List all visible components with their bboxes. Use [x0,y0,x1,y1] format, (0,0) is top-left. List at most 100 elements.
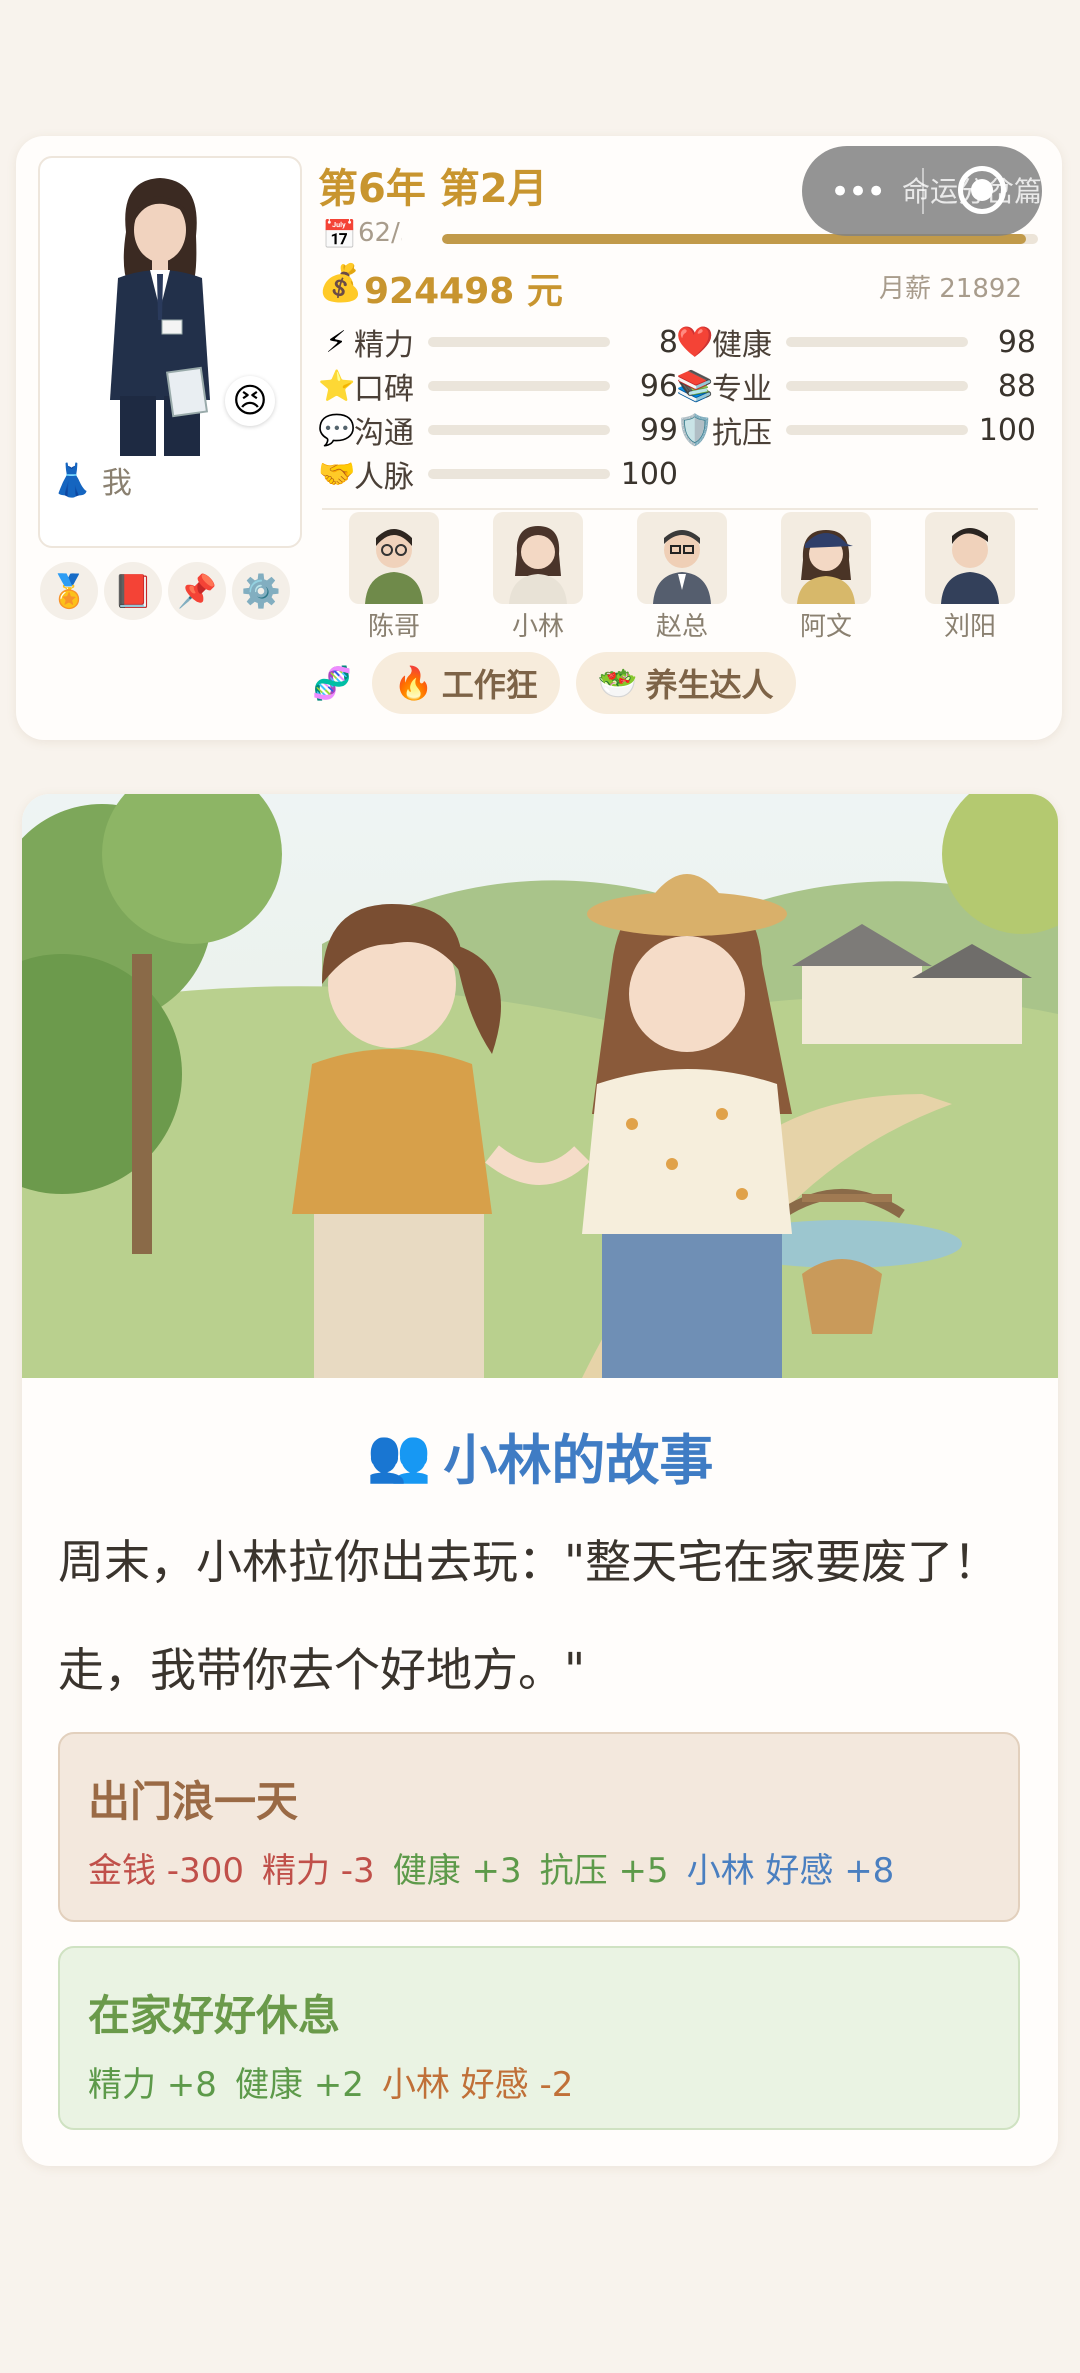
player-name: 我 [101,466,132,501]
capsule-separator [922,168,924,214]
calendar-progress-text: 62/36 [358,218,402,248]
money-value: 924498 元 [364,271,563,312]
player-portrait[interactable]: 😣 👗 我 [38,156,302,548]
effect-affinity: 小林 好感 +8 [686,1851,895,1891]
npc-avatar [925,512,1015,604]
stat-value: 98 [997,324,1036,360]
people-icon: 👥 [366,1426,432,1486]
stat-bar [428,469,610,479]
choice-title: 出门浪一天 [88,1777,299,1826]
stat-bar [428,425,610,435]
more-menu-button[interactable]: ••• [830,172,886,212]
pin-icon[interactable]: 📌 [168,562,226,620]
stat-label: 口碑 [354,372,414,407]
stat-bar [786,381,968,391]
stat-bar [786,337,968,347]
close-miniprogram-button[interactable] [958,166,1006,214]
handshake-icon: 🤝 [318,456,356,492]
choice-go-out[interactable]: 出门浪一天 金钱 -300 精力 -3 健康 +3 抗压 +5 小林 好感 +8 [58,1732,1020,1922]
stat-network: 🤝 人脉 100 [318,454,678,496]
stat-value: 99 [639,412,678,448]
star-icon: ⭐ [318,368,356,404]
stat-value: 88 [997,368,1036,404]
npc-name: 赵总 [655,612,708,642]
effect-affinity: 小林 好感 -2 [381,2065,574,2105]
stat-label: 专业 [712,372,772,407]
npc-zhao-zong[interactable]: 赵总 [610,512,754,643]
trait-chip-workaholic[interactable]: 🔥 工作狂 [371,652,560,714]
effect-energy: 精力 -3 [261,1851,375,1891]
choice-stay-home[interactable]: 在家好好休息 精力 +8 健康 +2 小林 好感 -2 [58,1946,1020,2130]
side-icon-row: 🏅 📕 📌 ⚙️ [40,562,290,620]
story-text: 周末，小林拉你出去玩："整天宅在家要废了！走，我带你去个好地方。" [58,1535,1000,1697]
miniprogram-capsule: 命运分岔篇 ••• [802,146,1042,236]
lightning-icon: ⚡ [325,324,347,360]
stat-label: 人脉 [354,460,414,495]
game-screen: 😣 👗 我 🏅 📕 📌 ⚙️ 第6年 第2月 📅 62/36 💰 924498 … [0,0,1080,2373]
stat-label: 沟通 [354,416,414,451]
effect-health: 健康 +2 [234,2065,364,2105]
choice-effects: 精力 +8 健康 +2 小林 好感 -2 [88,2057,990,2106]
stat-expertise: 📚 专业 88 [676,366,1036,408]
stat-value: 96 [639,368,678,404]
books-icon: 📚 [676,368,714,404]
salary-text: 月薪 21892 [879,274,1022,304]
stat-label: 精力 [354,328,414,363]
stat-label: 健康 [712,328,772,363]
stat-label: 抗压 [712,416,772,451]
stat-value: 100 [620,456,678,492]
player-name-row: 👗 我 [52,458,132,502]
mood-emoji: 😣 [225,376,275,426]
story-title: 👥 小林的故事 [22,1416,1058,1495]
gear-icon[interactable]: ⚙️ [232,562,290,620]
npc-name: 陈哥 [367,612,420,642]
trait-label: 工作狂 [441,666,538,704]
stat-health: ❤️ 健康 98 [676,322,1036,364]
stat-value: 100 [978,412,1036,448]
time-title: 第6年 第2月 [318,166,548,212]
npc-name: 阿文 [799,612,852,642]
player-avatar [110,178,210,456]
npc-avatar [349,512,439,604]
trait-row: 🧬 🔥 工作狂 🥗 养生达人 [312,652,796,714]
stat-communication: 💬 沟通 99 [318,410,678,452]
dress-icon: 👗 [52,461,92,499]
divider [322,508,1038,510]
stat-bar [428,381,610,391]
effect-stress: 抗压 +5 [539,1851,669,1891]
money-bag-icon: 💰 [318,263,363,304]
npc-chen-ge[interactable]: 陈哥 [322,512,466,643]
stat-bar [428,337,610,347]
stat-reputation: ⭐ 口碑 96 [318,366,678,408]
npc-list: 陈哥 小林 赵总 阿文 刘阳 [322,512,1062,643]
shield-icon: 🛡️ [676,412,714,448]
npc-name: 小林 [511,612,564,642]
choice-effects: 金钱 -300 精力 -3 健康 +3 抗压 +5 小林 好感 +8 [88,1843,990,1892]
stat-bar [786,425,968,435]
npc-a-wen[interactable]: 阿文 [754,512,898,643]
effect-health: 健康 +3 [392,1851,522,1891]
fire-icon: 🔥 [393,664,434,702]
speech-bubble-icon: 💬 [318,412,356,448]
choice-title: 在家好好休息 [88,1991,341,2040]
npc-xiao-lin[interactable]: 小林 [466,512,610,643]
trait-chip-health-expert[interactable]: 🥗 养生达人 [575,652,796,714]
stat-stress-resistance: 🛡️ 抗压 100 [676,410,1036,452]
stat-value: 8 [658,324,678,360]
dna-icon: 🧬 [312,664,352,702]
heart-icon: ❤️ [676,324,714,360]
medal-icon[interactable]: 🏅 [40,562,98,620]
book-icon[interactable]: 📕 [104,562,162,620]
story-title-text: 小林的故事 [443,1429,714,1492]
salad-icon: 🥗 [597,664,638,702]
npc-avatar [781,512,871,604]
story-illustration [22,794,1058,1378]
stat-energy: ⚡ 精力 8 [318,322,678,364]
story-card: 👥 小林的故事 周末，小林拉你出去玩："整天宅在家要废了！走，我带你去个好地方。… [22,794,1058,2166]
calendar-icon: 📅 [322,218,357,251]
npc-avatar [637,512,727,604]
npc-avatar [493,512,583,604]
npc-liu-yang[interactable]: 刘阳 [898,512,1042,643]
trait-label: 养生达人 [645,666,774,704]
effect-energy: 精力 +8 [88,2065,217,2105]
